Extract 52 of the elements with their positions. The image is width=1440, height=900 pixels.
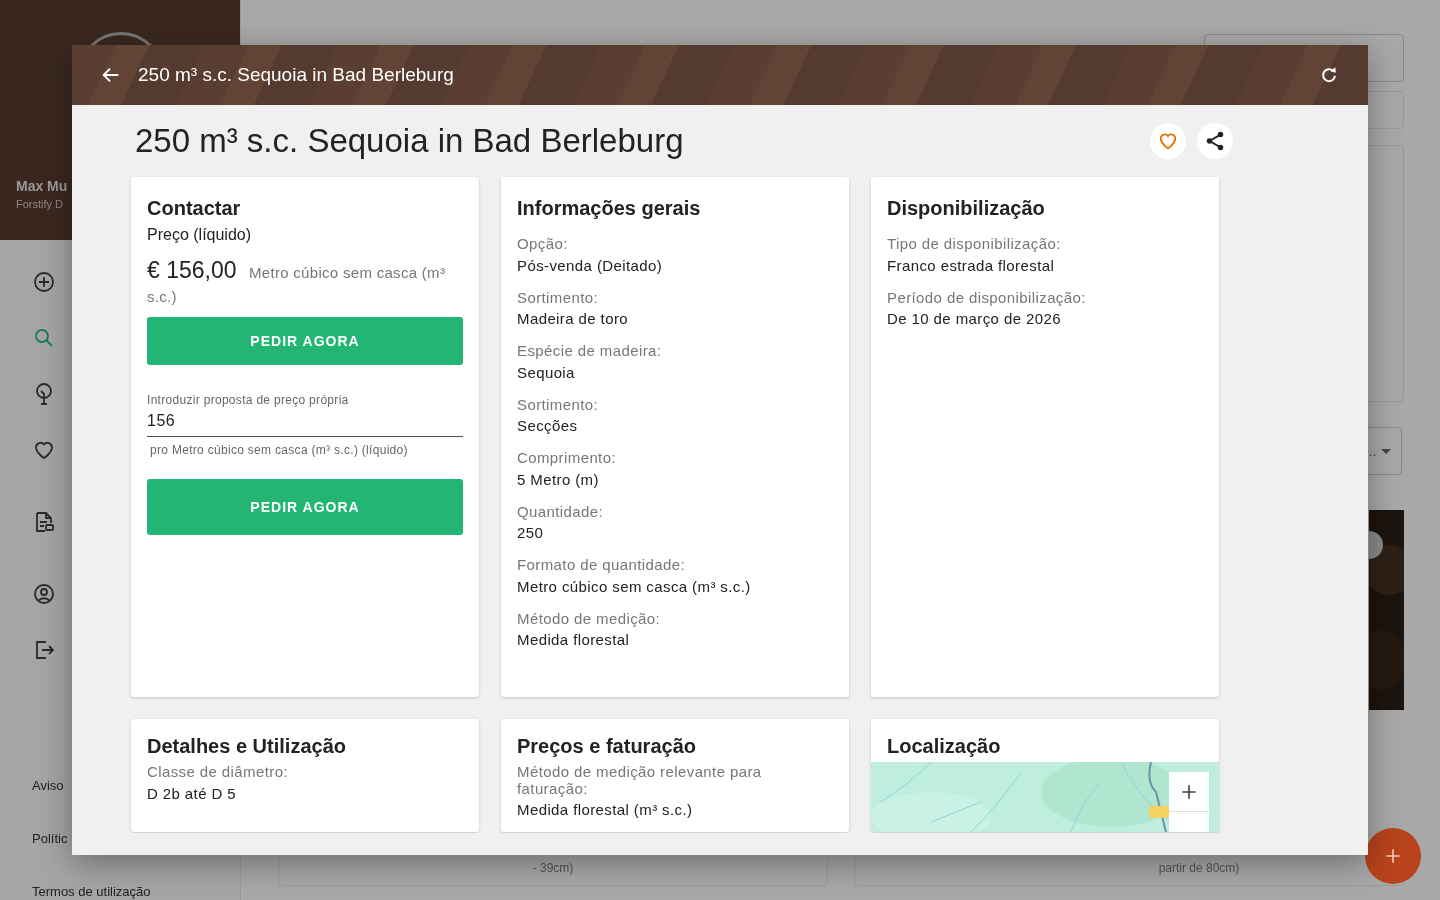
field-value: Madeira de toro bbox=[517, 310, 630, 327]
card-title: Detalhes e Utilização bbox=[147, 735, 347, 758]
price-line: € 156,00 Metro cúbico sem casca (m³ s.c.) bbox=[147, 256, 447, 308]
field-label: Classe de diâmetro: bbox=[147, 764, 289, 781]
add-button[interactable] bbox=[1365, 828, 1421, 884]
field-hint: pro Metro cúbico sem casca (m³ s.c.) (líquido) bbox=[149, 443, 409, 458]
price-label: Preço (líquido) bbox=[147, 226, 253, 244]
field-value: Pós-venda (Deitado) bbox=[517, 256, 664, 274]
field-value: D 2b até D 5 bbox=[147, 784, 237, 802]
card-title: Localização bbox=[886, 735, 1002, 758]
share-icon bbox=[1204, 130, 1226, 152]
field-label: Formato de quantidade: bbox=[517, 557, 687, 574]
field-label: Comprimento: bbox=[517, 450, 617, 467]
plus-icon bbox=[1383, 846, 1403, 866]
card-title: Disponibilização bbox=[887, 197, 1046, 220]
field-value: Franco estrada florestal bbox=[887, 256, 1056, 274]
dialog-title: 250 m³ s.c. Sequoia in Bad Berleburg bbox=[138, 64, 454, 86]
field-label: Sortimento: bbox=[517, 396, 600, 413]
field-value: Secções bbox=[517, 417, 579, 434]
field-label: Opção: bbox=[517, 236, 569, 253]
plus-circle-icon[interactable] bbox=[32, 270, 56, 294]
listing-title: 250 m³ s.c. Sequoia in Bad Berleburg bbox=[135, 122, 684, 160]
field-label: Período de disponibilização: bbox=[887, 289, 1087, 306]
offer-field[interactable]: 156 bbox=[147, 412, 463, 438]
field-label: Sortimento: bbox=[517, 289, 600, 306]
caret-icon bbox=[1381, 448, 1391, 454]
card-text: - 39cm) bbox=[532, 861, 574, 875]
field-value: Medida florestal (m³ s.c.) bbox=[517, 801, 694, 818]
field-label: Espécie de madeira: bbox=[517, 343, 663, 360]
field-label: Quantidade: bbox=[517, 503, 605, 520]
field-value: Sequoia bbox=[517, 363, 576, 381]
field-label: Introduzir proposta de preço própria bbox=[147, 393, 349, 408]
field-value: 5 Metro (m) bbox=[517, 470, 600, 488]
dropdown-text: … bbox=[1364, 443, 1377, 459]
card-title: Informações gerais bbox=[517, 197, 702, 220]
field-value: 250 bbox=[517, 524, 545, 541]
user-name: Max Mu bbox=[16, 178, 68, 194]
field-label: Método de medição: bbox=[517, 610, 662, 627]
field-label: Método de medição relevante para faturação: bbox=[517, 764, 763, 797]
field-value: Medida florestal bbox=[517, 631, 631, 648]
field-value: Metro cúbico sem casca (m³ s.c.) bbox=[517, 577, 752, 595]
account-icon[interactable] bbox=[32, 582, 56, 606]
footer-link[interactable]: Termos de utilização bbox=[32, 884, 240, 899]
user-subtitle: Forstify D bbox=[16, 198, 64, 210]
field-value: De 10 de março de 2026 bbox=[887, 310, 1062, 327]
heart-icon bbox=[1157, 130, 1179, 152]
card-title: Contactar bbox=[147, 197, 242, 220]
share-button[interactable] bbox=[1197, 123, 1233, 159]
card-text: partir de 80cm) bbox=[1158, 861, 1240, 875]
field-label: Tipo de disponibilização: bbox=[887, 236, 1062, 253]
favorite-button[interactable] bbox=[1150, 123, 1186, 159]
card-title: Preços e faturação bbox=[517, 735, 697, 758]
